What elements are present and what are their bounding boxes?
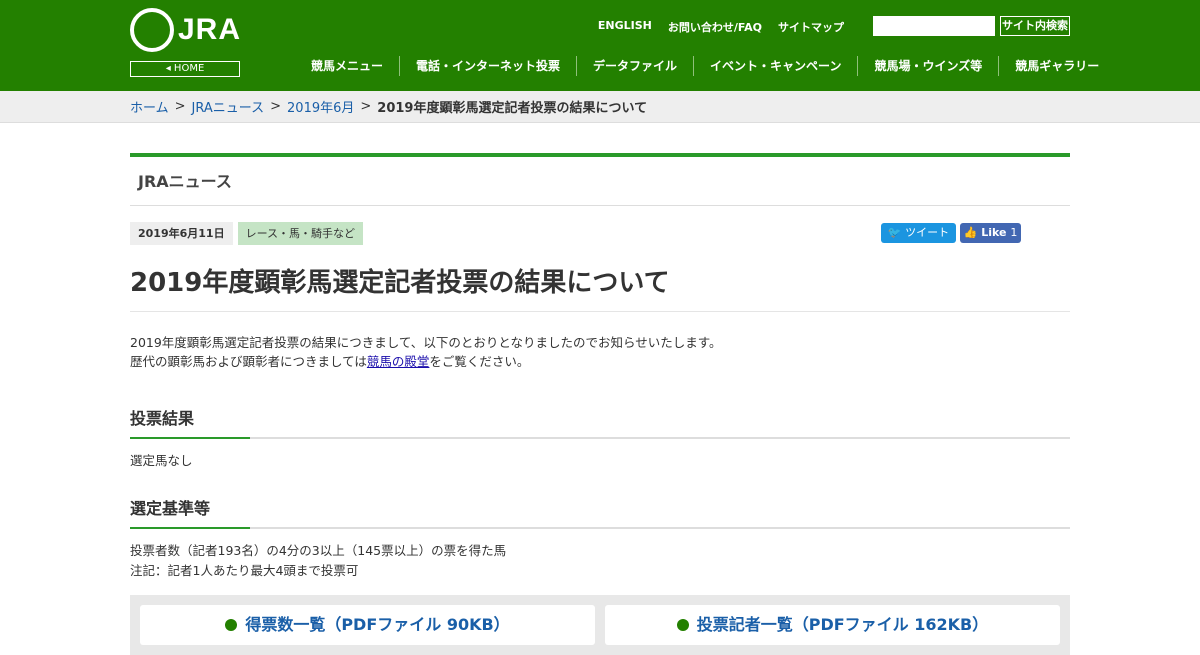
nav-voting[interactable]: 電話・インターネット投票 bbox=[399, 56, 576, 76]
nav-data-file[interactable]: データファイル bbox=[576, 56, 693, 76]
download-label: 得票数一覧（PDFファイル 90KB） bbox=[245, 615, 510, 634]
like-count: 1 bbox=[1010, 226, 1018, 239]
results-heading: 投票結果 bbox=[130, 405, 1070, 439]
main-content: JRAニュース 2019年6月11日 レース・馬・騎手など 🐦 ツイート 👍 L… bbox=[130, 153, 1070, 655]
page-title: 2019年度顕彰馬選定記者投票の結果について bbox=[130, 262, 1070, 312]
criteria-heading: 選定基準等 bbox=[130, 495, 1070, 529]
nav-events[interactable]: イベント・キャンペーン bbox=[693, 56, 857, 76]
sep: > bbox=[174, 99, 186, 114]
voter-list-pdf-link[interactable]: 投票記者一覧（PDFファイル 162KB） bbox=[605, 605, 1060, 645]
english-link[interactable]: ENGLISH bbox=[598, 19, 652, 35]
section-heading: JRAニュース bbox=[130, 153, 1070, 206]
sep: > bbox=[270, 99, 282, 114]
breadcrumb-month[interactable]: 2019年6月 bbox=[287, 97, 354, 116]
sep: > bbox=[360, 99, 372, 114]
vote-count-pdf-link[interactable]: 得票数一覧（PDFファイル 90KB） bbox=[140, 605, 595, 645]
thumbs-up-icon: 👍 bbox=[963, 226, 978, 239]
jra-logo[interactable]: JRA bbox=[130, 8, 241, 52]
hall-of-fame-link[interactable]: 競馬の殿堂 bbox=[367, 354, 430, 369]
search-button[interactable]: サイト内検索 bbox=[1000, 16, 1070, 36]
intro-line: 歴代の顕彰馬および顕彰者につきましては bbox=[130, 354, 367, 369]
intro-line: 2019年度顕彰馬選定記者投票の結果につきまして、以下のとおりとなりましたのでお… bbox=[130, 335, 722, 350]
logo-text: JRA bbox=[178, 13, 242, 46]
criteria-note: 注記：記者1人あたり最大4頭まで投票可 bbox=[130, 563, 359, 578]
tweet-label: ツイート bbox=[905, 226, 950, 239]
main-nav: 競馬メニュー 電話・インターネット投票 データファイル イベント・キャンペーン … bbox=[295, 56, 1115, 76]
intro-text: 2019年度顕彰馬選定記者投票の結果につきまして、以下のとおりとなりましたのでお… bbox=[130, 333, 1070, 371]
nav-racecourses[interactable]: 競馬場・ウインズ等 bbox=[857, 56, 998, 76]
sitemap-link[interactable]: サイトマップ bbox=[778, 19, 844, 35]
twitter-icon: 🐦 bbox=[887, 226, 902, 239]
criteria-text: 投票者数（記者193名）の4分の3以上（145票以上）の票を得た馬 注記：記者1… bbox=[130, 541, 1070, 581]
home-button[interactable]: ◂ HOME bbox=[130, 61, 240, 77]
nav-gallery[interactable]: 競馬ギャラリー bbox=[998, 56, 1115, 76]
download-label: 投票記者一覧（PDFファイル 162KB） bbox=[696, 615, 989, 634]
results-text: 選定馬なし bbox=[130, 453, 193, 468]
article-meta: 2019年6月11日 レース・馬・騎手など 🐦 ツイート 👍 Like 1 bbox=[130, 222, 1070, 245]
breadcrumb-news[interactable]: JRAニュース bbox=[192, 97, 265, 116]
top-links: ENGLISH お問い合わせ/FAQ サイトマップ bbox=[598, 19, 844, 35]
like-label: Like bbox=[981, 226, 1007, 239]
tweet-button[interactable]: 🐦 ツイート bbox=[881, 223, 956, 243]
category-badge[interactable]: レース・馬・騎手など bbox=[237, 222, 364, 245]
logo-mark-icon bbox=[130, 8, 174, 52]
home-label: HOME bbox=[173, 63, 205, 74]
header: JRA ◂ HOME ENGLISH お問い合わせ/FAQ サイトマップ サイト… bbox=[0, 0, 1200, 91]
breadcrumb-current: 2019年度顕彰馬選定記者投票の結果について bbox=[377, 101, 648, 116]
date-badge: 2019年6月11日 bbox=[130, 222, 233, 245]
breadcrumb: ホーム > JRAニュース > 2019年6月 > 2019年度顕彰馬選定記者投票の結… bbox=[0, 91, 1200, 123]
intro-line: をご覧ください。 bbox=[429, 354, 530, 369]
faq-link[interactable]: お問い合わせ/FAQ bbox=[668, 19, 762, 35]
arrow-circle-icon bbox=[676, 619, 689, 631]
like-button[interactable]: 👍 Like 1 bbox=[960, 223, 1021, 243]
nav-keiba-menu[interactable]: 競馬メニュー bbox=[295, 56, 399, 76]
search-input[interactable] bbox=[873, 16, 995, 36]
criteria-line: 投票者数（記者193名）の4分の3以上（145票以上）の票を得た馬 bbox=[130, 543, 507, 558]
arrow-circle-icon bbox=[225, 619, 238, 631]
breadcrumb-home[interactable]: ホーム bbox=[130, 97, 169, 116]
downloads: 得票数一覧（PDFファイル 90KB） 投票記者一覧（PDFファイル 162KB… bbox=[130, 595, 1070, 655]
